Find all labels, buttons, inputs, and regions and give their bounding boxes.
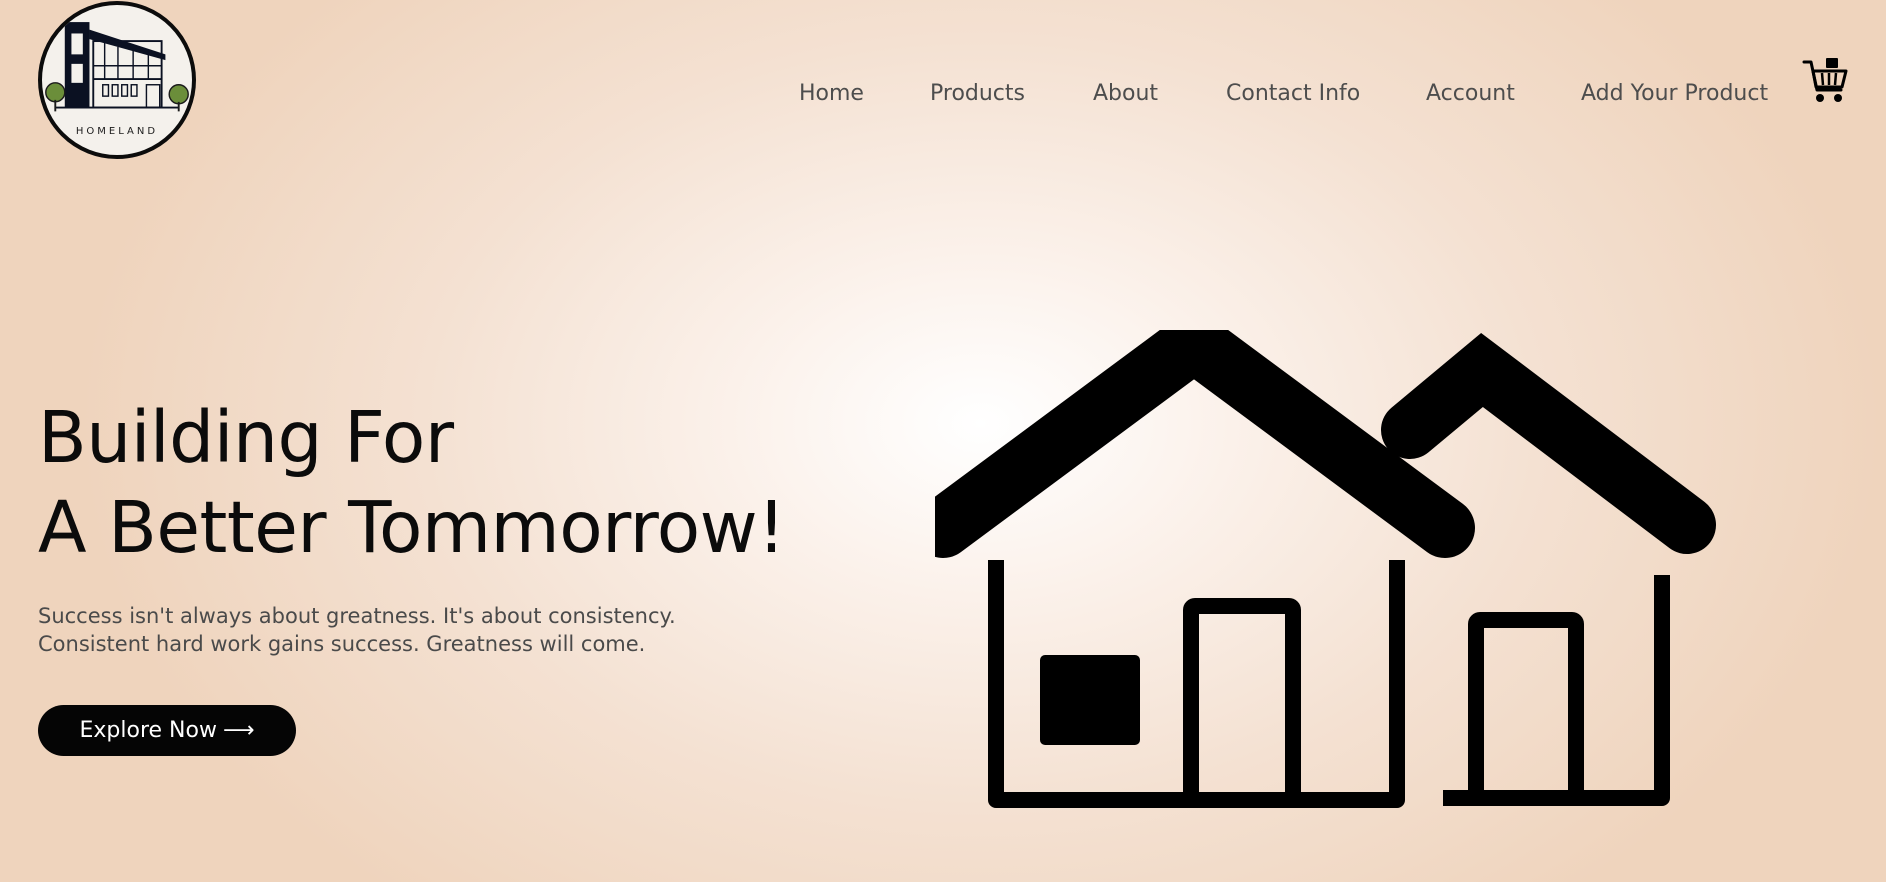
nav-link-add-your-product[interactable]: Add Your Product <box>1581 80 1768 108</box>
cart-button[interactable] <box>1802 56 1848 104</box>
hero-subtitle: Success isn't always about greatness. It… <box>38 602 676 658</box>
hero-title-line-2: A Better Tommorrow! <box>38 486 786 569</box>
nav-link-products[interactable]: Products <box>930 80 1025 108</box>
houses-icon <box>935 330 1716 808</box>
nav-link-account[interactable]: Account <box>1426 80 1515 108</box>
hero-title: Building For A Better Tommorrow! <box>38 393 786 573</box>
hero-subtitle-line-1: Success isn't always about greatness. It… <box>38 604 676 628</box>
nav-link-home[interactable]: Home <box>799 80 864 108</box>
explore-now-label: Explore Now <box>79 718 217 743</box>
main-nav: Home Products About Contact Info Account… <box>0 80 1886 110</box>
arrow-right-icon: ⟶ <box>222 718 255 743</box>
logo-text: HOMELAND <box>75 126 159 137</box>
nav-link-about[interactable]: About <box>1093 80 1158 108</box>
explore-now-button[interactable]: Explore Now ⟶ <box>38 705 296 756</box>
hero-subtitle-line-2: Consistent hard work gains success. Grea… <box>38 632 646 656</box>
hero-title-line-1: Building For <box>38 396 454 479</box>
shopping-cart-icon <box>1802 58 1848 102</box>
nav-link-contact-info[interactable]: Contact Info <box>1226 80 1360 108</box>
